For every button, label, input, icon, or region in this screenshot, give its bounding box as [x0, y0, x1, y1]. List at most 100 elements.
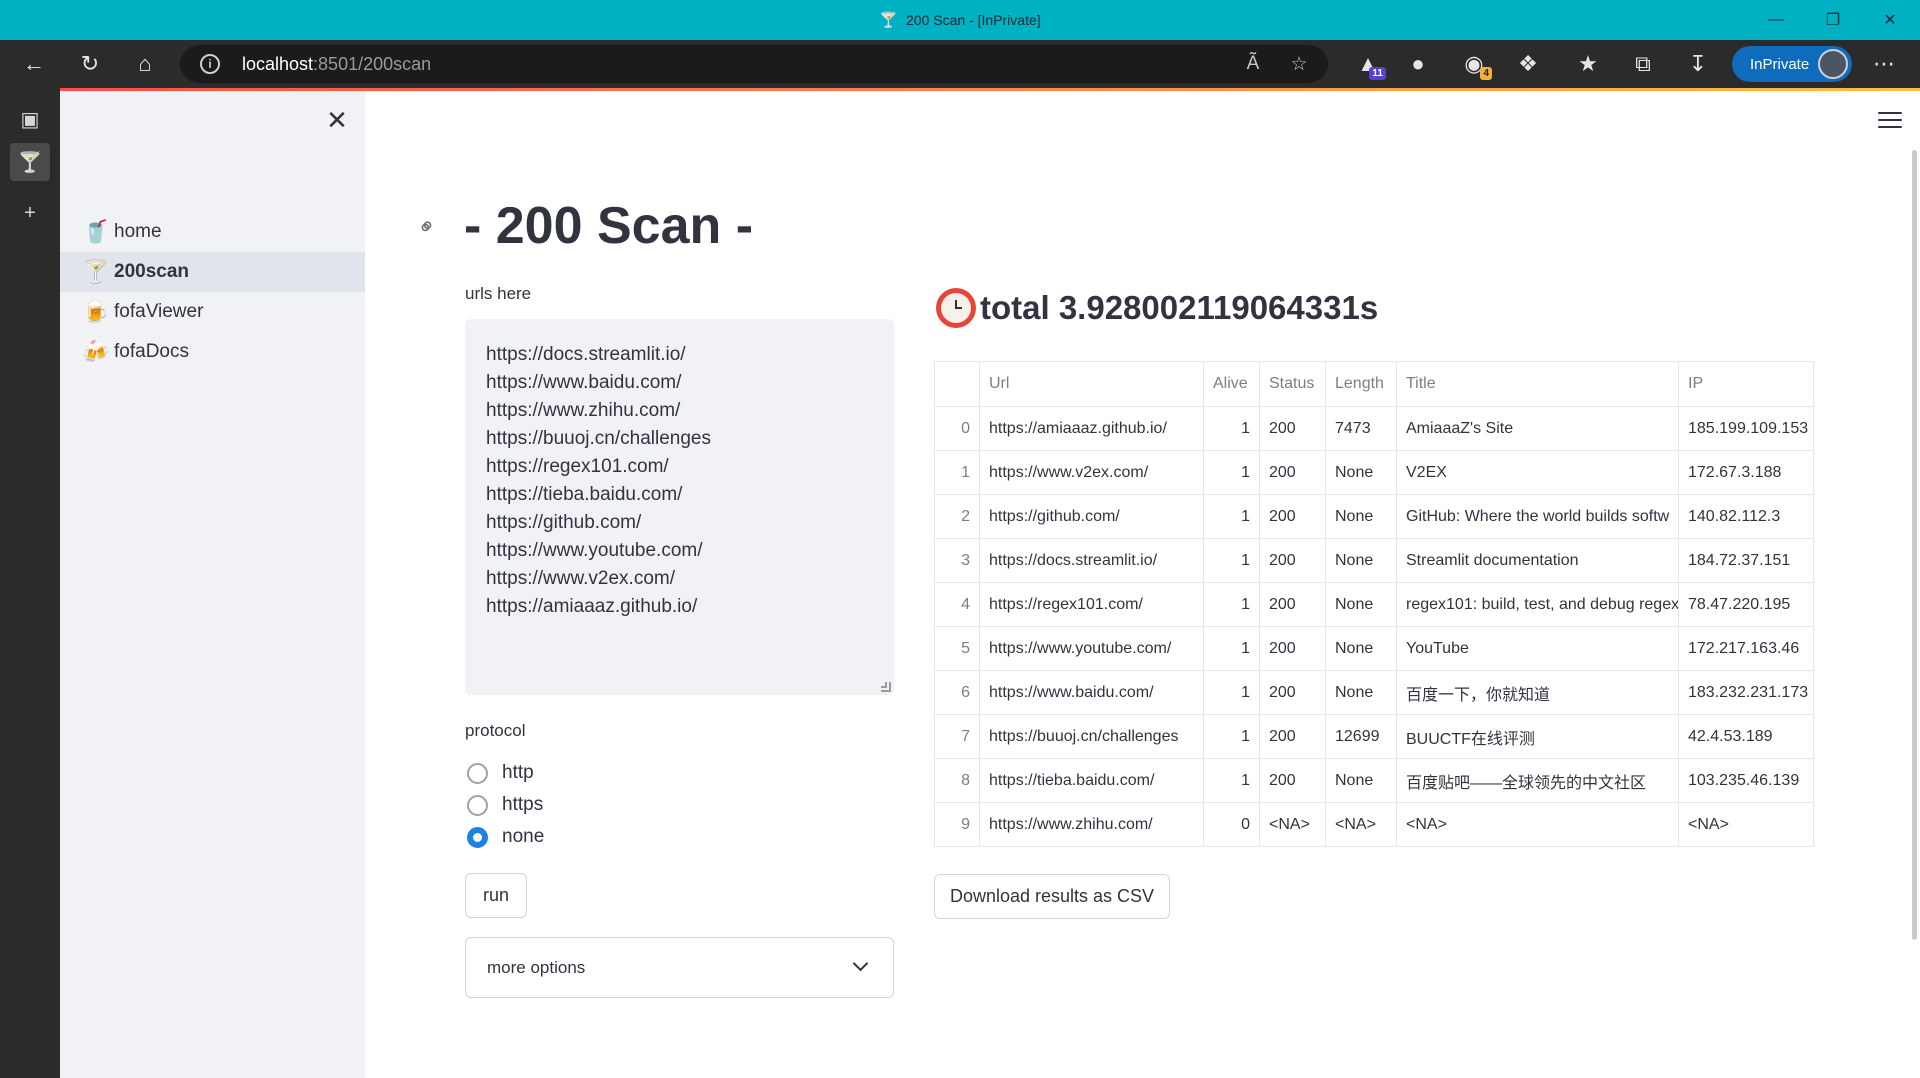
urls-textarea[interactable]: https://docs.streamlit.io/ https://www.b…	[465, 319, 894, 695]
home-button[interactable]: ⌂	[127, 46, 163, 82]
resize-handle-icon[interactable]	[881, 682, 891, 692]
table-cell[interactable]: https://www.youtube.com/	[979, 626, 1204, 671]
table-cell[interactable]: BUUCTF在线评测	[1396, 714, 1679, 759]
table-cell[interactable]: 1	[934, 450, 980, 495]
table-cell[interactable]: 9	[934, 802, 980, 847]
new-tab-icon[interactable]: +	[10, 194, 50, 232]
table-cell[interactable]: https://www.v2ex.com/	[979, 450, 1204, 495]
table-cell[interactable]: https://docs.streamlit.io/	[979, 538, 1204, 583]
table-cell[interactable]: 200	[1259, 670, 1326, 715]
table-cell[interactable]: https://www.baidu.com/	[979, 670, 1204, 715]
table-cell[interactable]: 200	[1259, 538, 1326, 583]
table-cell[interactable]: 140.82.112.3	[1678, 494, 1814, 539]
tab-200scan-icon[interactable]: 🍸	[10, 143, 50, 181]
sidebar-item-fofaviewer[interactable]: 🍺 fofaViewer	[60, 292, 365, 332]
table-cell[interactable]: 3	[934, 538, 980, 583]
page-scrollbar[interactable]	[1912, 150, 1917, 940]
table-cell[interactable]: <NA>	[1259, 802, 1326, 847]
column-header[interactable]: Url	[979, 361, 1204, 407]
collections-icon[interactable]: ⧉	[1625, 46, 1661, 82]
table-cell[interactable]: 172.67.3.188	[1678, 450, 1814, 495]
table-cell[interactable]: https://buuoj.cn/challenges	[979, 714, 1204, 759]
table-cell[interactable]: 78.47.220.195	[1678, 582, 1814, 627]
table-cell[interactable]: 12699	[1325, 714, 1397, 759]
table-cell[interactable]: https://www.zhihu.com/	[979, 802, 1204, 847]
table-cell[interactable]: 1	[1203, 714, 1260, 759]
extension-2-icon[interactable]: ●	[1400, 46, 1436, 82]
table-cell[interactable]: None	[1325, 626, 1397, 671]
table-cell[interactable]: None	[1325, 582, 1397, 627]
minimize-button[interactable]: —	[1746, 0, 1806, 40]
downloads-icon[interactable]: ↧	[1680, 46, 1716, 82]
table-cell[interactable]: 1	[1203, 406, 1260, 451]
table-cell[interactable]: 1	[1203, 450, 1260, 495]
table-cell[interactable]: 0	[934, 406, 980, 451]
table-cell[interactable]: 1	[1203, 538, 1260, 583]
table-cell[interactable]: 1	[1203, 626, 1260, 671]
table-cell[interactable]: 42.4.53.189	[1678, 714, 1814, 759]
table-cell[interactable]: 8	[934, 758, 980, 803]
sidebar-item-fofadocs[interactable]: 🍻 fofaDocs	[60, 332, 365, 372]
table-cell[interactable]: 4	[934, 582, 980, 627]
results-table[interactable]: Url Alive Status Length Title IP 0 https:…	[934, 361, 1814, 847]
table-cell[interactable]: None	[1325, 494, 1397, 539]
column-header[interactable]: Length	[1325, 361, 1397, 407]
table-cell[interactable]: 200	[1259, 582, 1326, 627]
address-url[interactable]: localhost:8501/200scan	[242, 54, 431, 75]
main-menu-icon[interactable]	[1878, 108, 1902, 132]
table-cell[interactable]: Streamlit documentation	[1396, 538, 1679, 583]
table-cell[interactable]: 185.199.109.153	[1678, 406, 1814, 451]
table-cell[interactable]: 1	[1203, 758, 1260, 803]
refresh-button[interactable]: ↻	[72, 46, 108, 82]
sidebar-item-200scan[interactable]: 🍸 200scan	[60, 252, 365, 292]
table-cell[interactable]: 百度一下，你就知道	[1396, 670, 1679, 715]
close-sidebar-icon[interactable]: ✕	[322, 105, 352, 135]
table-cell[interactable]: https://github.com/	[979, 494, 1204, 539]
table-cell[interactable]: 200	[1259, 714, 1326, 759]
restore-button[interactable]: ❐	[1803, 0, 1863, 40]
table-cell[interactable]: 200	[1259, 758, 1326, 803]
read-aloud-icon[interactable]: Ã	[1240, 51, 1266, 77]
table-cell[interactable]: 2	[934, 494, 980, 539]
table-cell[interactable]: 183.232.231.173	[1678, 670, 1814, 715]
more-options-expander[interactable]: more options	[465, 937, 894, 998]
column-header[interactable]: IP	[1678, 361, 1814, 407]
table-cell[interactable]: https://tieba.baidu.com/	[979, 758, 1204, 803]
table-cell[interactable]: AmiaaaZ's Site	[1396, 406, 1679, 451]
table-cell[interactable]: <NA>	[1325, 802, 1397, 847]
more-menu-icon[interactable]: ⋯	[1866, 46, 1902, 82]
column-header[interactable]: Alive	[1203, 361, 1260, 407]
table-cell[interactable]: 200	[1259, 406, 1326, 451]
column-header[interactable]	[934, 361, 980, 407]
table-cell[interactable]: https://regex101.com/	[979, 582, 1204, 627]
table-cell[interactable]: 5	[934, 626, 980, 671]
table-cell[interactable]: V2EX	[1396, 450, 1679, 495]
address-bar[interactable]: i localhost:8501/200scan Ã ☆	[180, 45, 1328, 83]
column-header[interactable]: Status	[1259, 361, 1326, 407]
back-button[interactable]: ←	[16, 46, 52, 82]
table-cell[interactable]: 200	[1259, 450, 1326, 495]
extension-1-icon[interactable]: ▲ 11	[1350, 46, 1386, 82]
table-cell[interactable]: GitHub: Where the world builds softw	[1396, 494, 1679, 539]
favorites-icon[interactable]: ★	[1570, 46, 1606, 82]
table-cell[interactable]: None	[1325, 538, 1397, 583]
table-cell[interactable]: None	[1325, 758, 1397, 803]
table-cell[interactable]: 7	[934, 714, 980, 759]
table-cell[interactable]: None	[1325, 670, 1397, 715]
table-cell[interactable]: None	[1325, 450, 1397, 495]
sidebar-item-home[interactable]: 🥤 home	[60, 212, 365, 252]
run-button[interactable]: run	[465, 873, 527, 918]
table-cell[interactable]: YouTube	[1396, 626, 1679, 671]
table-cell[interactable]: 0	[1203, 802, 1260, 847]
table-cell[interactable]: 200	[1259, 626, 1326, 671]
table-cell[interactable]: 7473	[1325, 406, 1397, 451]
tab-actions-icon[interactable]: ▣	[10, 100, 50, 138]
radio-https[interactable]: https	[467, 794, 543, 816]
table-cell[interactable]: 1	[1203, 582, 1260, 627]
radio-http[interactable]: http	[467, 762, 534, 784]
link-anchor-icon[interactable]: ⚭	[412, 211, 443, 242]
table-cell[interactable]: 172.217.163.46	[1678, 626, 1814, 671]
table-cell[interactable]: 200	[1259, 494, 1326, 539]
table-cell[interactable]: <NA>	[1678, 802, 1814, 847]
radio-none[interactable]: none	[467, 826, 544, 848]
